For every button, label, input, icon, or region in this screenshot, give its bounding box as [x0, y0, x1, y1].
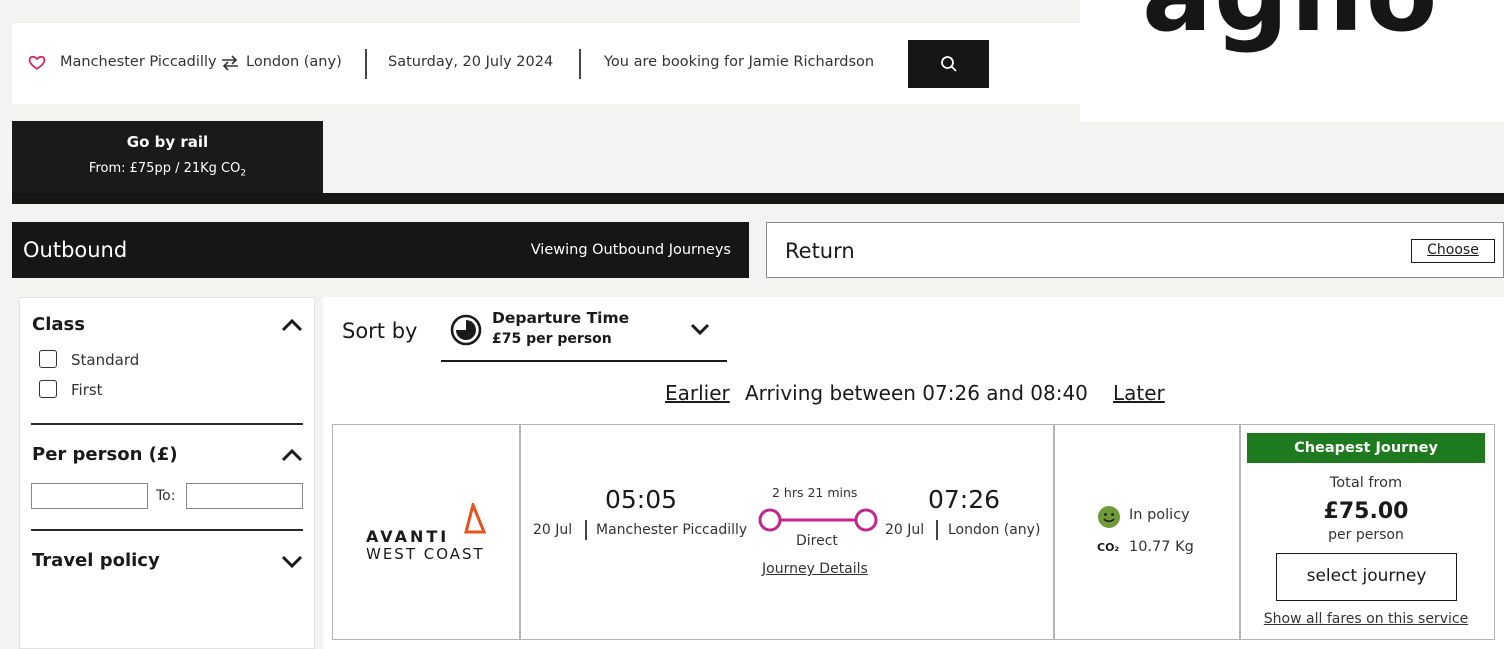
class-filter-heading: Class — [32, 314, 85, 335]
chevron-up-icon[interactable] — [280, 316, 304, 334]
sort-dropdown[interactable]: Departure Time £75 per person — [441, 305, 727, 362]
journey-duration: 2 hrs 21 mins — [772, 485, 858, 500]
price-filter-heading: Per person (£) — [32, 444, 178, 465]
search-icon — [940, 56, 957, 72]
divider — [1053, 425, 1055, 639]
co2-label: CO₂ — [1097, 541, 1120, 554]
earlier-link[interactable]: Earlier — [665, 381, 730, 405]
select-journey-button[interactable]: select journey — [1276, 553, 1457, 601]
divider — [936, 520, 938, 540]
stops-text: Direct — [796, 533, 838, 549]
return-leg-header[interactable]: Return Choose — [766, 222, 1504, 278]
operator-logo-icon — [464, 503, 487, 534]
route-line-icon — [758, 508, 878, 532]
departure-time: 05:05 — [605, 485, 678, 514]
later-link[interactable]: Later — [1113, 381, 1165, 405]
search-button[interactable] — [908, 40, 989, 88]
cheapest-journey-badge: Cheapest Journey — [1247, 433, 1485, 463]
divider — [579, 49, 581, 79]
price-to-label: To: — [156, 488, 176, 504]
destination-station[interactable]: London (any) — [246, 54, 342, 70]
first-class-label: First — [71, 381, 103, 399]
tab-go-by-rail[interactable]: Go by rail From: £75pp / 21Kg CO2 — [12, 121, 323, 194]
results-panel: Sort by Departure Time £75 per person Ea… — [323, 297, 1504, 649]
tab-underline — [12, 193, 1504, 204]
arrival-station: London (any) — [948, 522, 1041, 538]
swap-arrows-icon[interactable] — [221, 55, 239, 71]
total-from-label: Total from — [1329, 475, 1403, 491]
price-to-input[interactable] — [186, 483, 303, 509]
divider — [519, 425, 521, 639]
return-title: Return — [785, 239, 855, 263]
divider — [31, 529, 303, 531]
divider — [365, 49, 367, 79]
divider — [31, 423, 303, 425]
divider — [1239, 425, 1241, 639]
chevron-down-icon — [690, 323, 710, 336]
operator-name: AVANTI — [366, 527, 450, 546]
outbound-title: Outbound — [23, 238, 128, 262]
departure-station: Manchester Piccadilly — [596, 522, 748, 538]
arrival-date: 20 Jul — [885, 522, 925, 538]
booking-for-text: You are booking for Jamie Richardson — [604, 54, 875, 70]
divider — [585, 520, 587, 540]
journey-price: £75.00 — [1323, 499, 1409, 524]
travel-policy-heading: Travel policy — [32, 550, 160, 571]
standard-class-checkbox[interactable] — [39, 350, 57, 368]
chevron-down-icon[interactable] — [280, 552, 304, 570]
policy-status: In policy — [1129, 507, 1190, 523]
first-class-checkbox[interactable] — [39, 380, 57, 398]
journey-details-link[interactable]: Journey Details — [762, 561, 868, 577]
heart-icon[interactable] — [28, 53, 46, 71]
arrival-window-text: Arriving between 07:26 and 08:40 — [745, 381, 1088, 405]
smiley-icon — [1098, 506, 1120, 528]
origin-station[interactable]: Manchester Piccadilly — [60, 54, 217, 70]
price-from-input[interactable] — [31, 483, 148, 509]
standard-class-label: Standard — [71, 351, 140, 369]
rail-tab-title: Go by rail — [126, 133, 209, 151]
brand-logo: agilo — [1080, 0, 1504, 122]
per-person-label: per person — [1328, 527, 1404, 543]
departure-date: 20 Jul — [533, 522, 573, 538]
filters-panel: Class Standard First Per person (£) To: … — [19, 297, 315, 649]
sort-selected-title: Departure Time — [492, 309, 630, 327]
travel-date[interactable]: Saturday, 20 July 2024 — [388, 54, 553, 70]
choose-return-button[interactable]: Choose — [1411, 239, 1495, 263]
logo-text: agilo — [1142, 0, 1439, 46]
co2-value: 10.77 Kg — [1129, 539, 1194, 555]
operator-subname: WEST COAST — [366, 545, 485, 563]
chevron-up-icon[interactable] — [280, 446, 304, 464]
sort-selected-subtitle: £75 per person — [492, 331, 612, 347]
outbound-leg-header[interactable]: Outbound Viewing Outbound Journeys — [12, 222, 749, 278]
clock-icon — [450, 314, 482, 346]
search-summary-bar: Manchester Piccadilly London (any) Satur… — [12, 22, 1080, 104]
rail-tab-subtitle: From: £75pp / 21Kg CO2 — [88, 161, 247, 179]
arrival-time: 07:26 — [928, 485, 1001, 514]
show-all-fares-link[interactable]: Show all fares on this service — [1247, 611, 1485, 627]
journey-card: AVANTI WEST COAST 05:05 20 Jul Mancheste… — [332, 424, 1495, 640]
outbound-status: Viewing Outbound Journeys — [530, 242, 731, 258]
sort-by-label: Sort by — [342, 319, 418, 343]
